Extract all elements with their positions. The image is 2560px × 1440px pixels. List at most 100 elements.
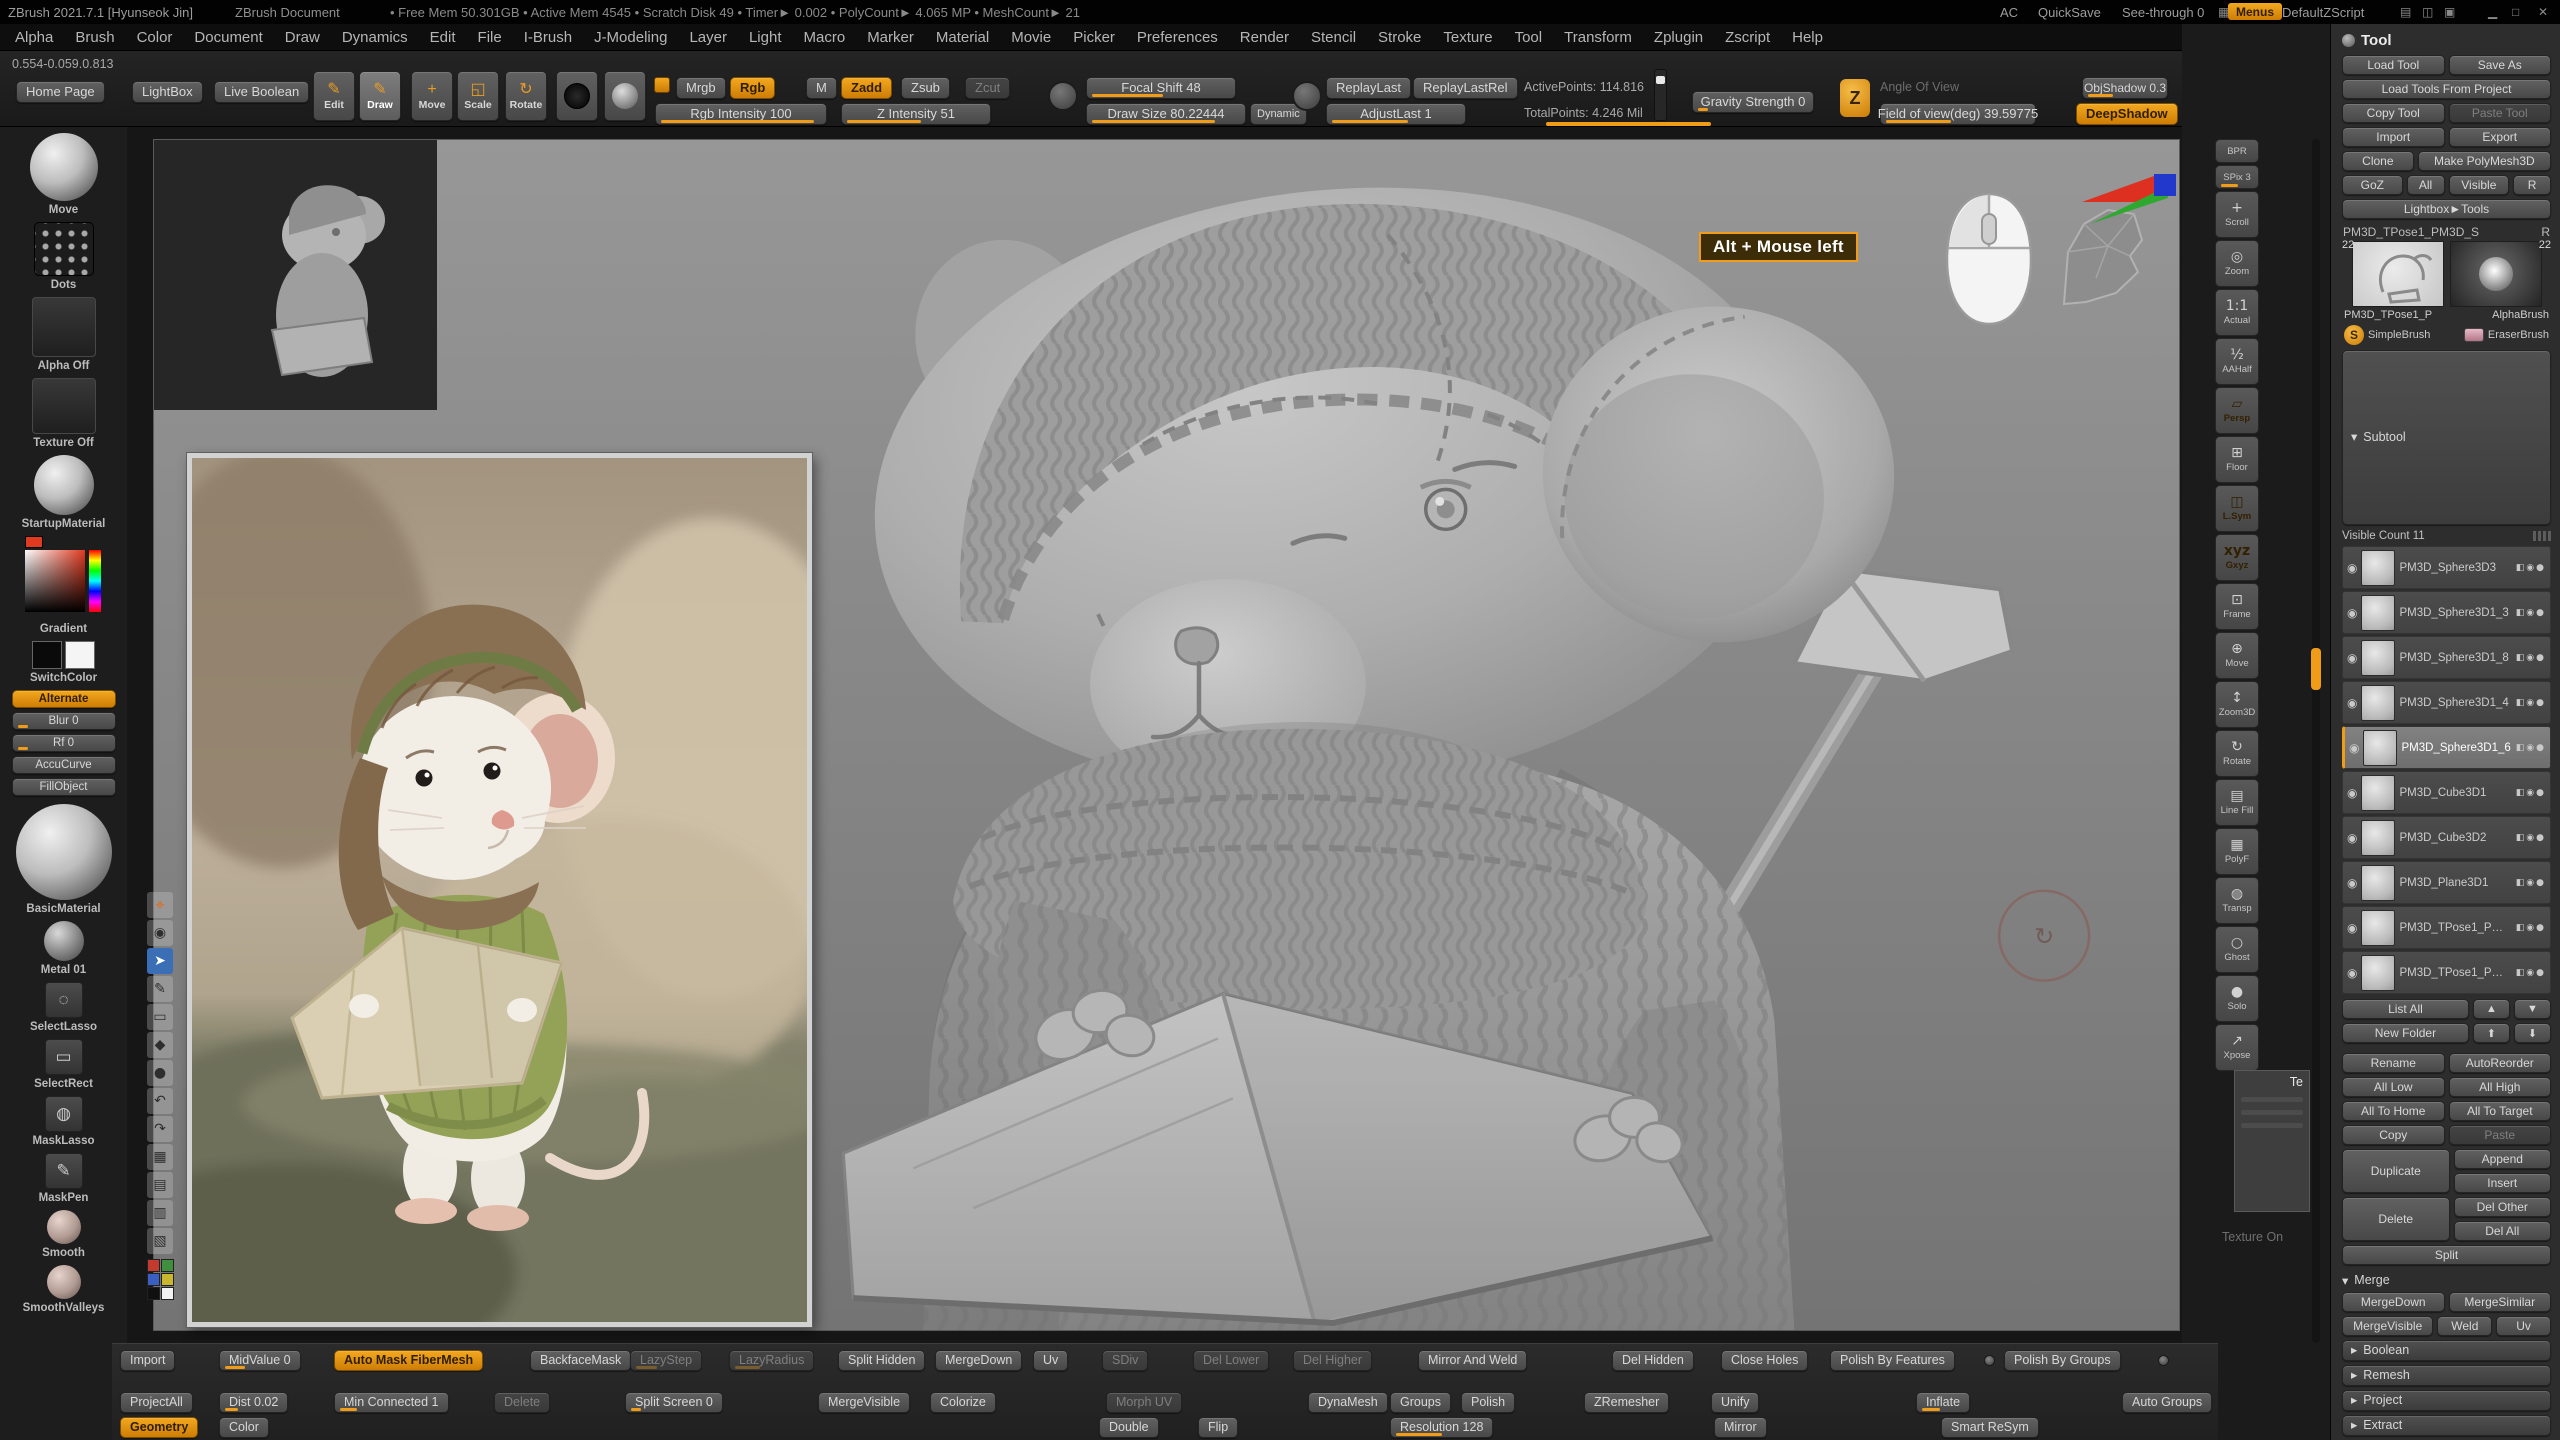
subtool-row-cube3d2[interactable]: ◉PM3D_Cube3D2◧◉●: [2342, 816, 2551, 859]
eye-icon[interactable]: ◉: [2349, 741, 2359, 755]
dock-flip-button[interactable]: Flip: [1198, 1417, 1238, 1438]
mask-pen-thumbnail[interactable]: ✎: [45, 1153, 83, 1189]
secondary-color-swatch[interactable]: [65, 641, 95, 669]
menu-movie[interactable]: Movie: [1000, 29, 1062, 46]
menu-color[interactable]: Color: [126, 29, 184, 46]
dock-polish-by-groups-slider[interactable]: Polish By Groups: [2004, 1350, 2121, 1371]
dock-mirror-button[interactable]: Mirror: [1714, 1417, 1767, 1438]
simple-brush-button[interactable]: SSimpleBrush: [2344, 325, 2430, 345]
rename-button[interactable]: Rename: [2342, 1053, 2445, 1073]
dock-midvalue-slider[interactable]: MidValue 0: [219, 1350, 301, 1371]
dock-min-connected-slider[interactable]: Min Connected 1: [334, 1392, 449, 1413]
dock-geometry-tab[interactable]: Geometry: [120, 1417, 198, 1438]
eye-icon[interactable]: ◉: [2347, 876, 2357, 890]
export-tool-button[interactable]: Export: [2449, 127, 2552, 147]
spix-slider[interactable]: SPix 3: [2215, 165, 2259, 189]
solo-button[interactable]: ●Solo: [2215, 975, 2259, 1022]
subtool-down-button[interactable]: ▼: [2514, 999, 2551, 1019]
aahalf-button[interactable]: ½AAHalf: [2215, 338, 2259, 385]
dock-mergedown-button[interactable]: MergeDown: [935, 1350, 1022, 1371]
zadd-button[interactable]: Zadd: [841, 77, 892, 99]
tray-scroll-track[interactable]: [2312, 139, 2320, 1343]
black-swatch[interactable]: [147, 1287, 160, 1300]
menu-zscript[interactable]: Zscript: [1714, 29, 1781, 46]
menu-transform[interactable]: Transform: [1553, 29, 1643, 46]
obj-shadow-slider[interactable]: ObjShadow 0.3: [2082, 77, 2168, 99]
dock-split-hidden-button[interactable]: Split Hidden: [838, 1350, 925, 1371]
menu-jmodeling[interactable]: J-Modeling: [583, 29, 678, 46]
menu-material[interactable]: Material: [925, 29, 1000, 46]
trash-icon[interactable]: ▦: [147, 1144, 173, 1170]
visibility-eye-icon[interactable]: ◉: [147, 920, 173, 946]
smooth-valleys-thumbnail[interactable]: [47, 1265, 81, 1299]
dock-mirror-and-weld-button[interactable]: Mirror And Weld: [1418, 1350, 1527, 1371]
mergedown-button[interactable]: MergeDown: [2342, 1292, 2445, 1312]
palette-icon[interactable]: ▤: [2400, 5, 2411, 19]
uv-toggle[interactable]: Uv: [2496, 1316, 2551, 1336]
layout-icon[interactable]: ◫: [2422, 5, 2433, 19]
color-picker[interactable]: [23, 536, 105, 620]
merge-section-header[interactable]: ▾Merge: [2342, 1271, 2551, 1289]
polish-features-toggle-dot[interactable]: [1984, 1355, 1995, 1366]
subtool-row-tpose-sphere3-a[interactable]: ◉PM3D_TPose1_PM3D_Sphere3◧◉●: [2342, 906, 2551, 949]
local-symmetry-toggle[interactable]: ◫L.Sym: [2215, 485, 2259, 532]
menu-macro[interactable]: Macro: [793, 29, 857, 46]
frame-button[interactable]: ⊡Frame: [2215, 583, 2259, 630]
menu-tool[interactable]: Tool: [1504, 29, 1554, 46]
dock-smart-resym-button[interactable]: Smart ReSym: [1941, 1417, 2039, 1438]
rgb-intensity-slider[interactable]: Rgb Intensity 100: [655, 103, 827, 125]
list-scroll-ticks[interactable]: [2533, 531, 2551, 541]
extract-section-header[interactable]: ▸Extract: [2342, 1415, 2551, 1436]
texture-palette-fragment[interactable]: Te: [2234, 1070, 2310, 1212]
eye-icon[interactable]: ◉: [2347, 966, 2357, 980]
paste-subtool-button[interactable]: Paste: [2449, 1125, 2552, 1145]
perspective-toggle[interactable]: ▱Persp: [2215, 387, 2259, 434]
subtool-row-icons[interactable]: ◧◉●: [2516, 788, 2546, 798]
shelf-resize-handle[interactable]: [1546, 122, 1711, 126]
subtool-row-sphere3d1-4[interactable]: ◉PM3D_Sphere3D1_4◧◉●: [2342, 681, 2551, 724]
polyframe-button[interactable]: ▦PolyF: [2215, 828, 2259, 875]
field-of-view-slider[interactable]: Field of view(deg) 39.59775: [1880, 103, 2036, 125]
subtool-row-sphere3d1-6-selected[interactable]: ◉PM3D_Sphere3D1_6◧◉●: [2342, 726, 2551, 769]
subtool-row-sphere3d3[interactable]: ◉PM3D_Sphere3D3◧◉●: [2342, 546, 2551, 589]
project-section-header[interactable]: ▸Project: [2342, 1390, 2551, 1411]
subtool-section-header[interactable]: ▾Subtool: [2342, 350, 2551, 525]
dock-delete-button[interactable]: Delete: [494, 1392, 550, 1413]
eye-icon[interactable]: ◉: [2347, 651, 2357, 665]
dock-sdiv-slider[interactable]: SDiv: [1102, 1350, 1148, 1371]
dock-dynamesh-button[interactable]: DynaMesh: [1308, 1392, 1388, 1413]
subtool-row-icons[interactable]: ◧◉●: [2516, 563, 2546, 573]
goz-r-button[interactable]: R: [2513, 175, 2551, 195]
pin-marker-icon[interactable]: ⌖: [147, 892, 173, 918]
mrgb-button[interactable]: Mrgb: [676, 77, 726, 99]
default-zscript-label[interactable]: DefaultZScript: [2282, 5, 2364, 20]
mergesimilar-button[interactable]: MergeSimilar: [2449, 1292, 2552, 1312]
line-fill-button[interactable]: ▤Line Fill: [2215, 779, 2259, 826]
texture-off-thumbnail[interactable]: [32, 378, 96, 434]
folder-down-button[interactable]: ⬇: [2514, 1023, 2551, 1043]
basic-material-thumbnail[interactable]: [16, 804, 112, 900]
rf-slider[interactable]: Rf 0: [12, 734, 116, 752]
subtool-row-icons[interactable]: ◧◉●: [2516, 608, 2546, 618]
paste-tool-button[interactable]: Paste Tool: [2449, 103, 2552, 123]
red-swatch[interactable]: [147, 1259, 160, 1272]
dock-double-toggle[interactable]: Double: [1099, 1417, 1159, 1438]
boolean-section-header[interactable]: ▸Boolean: [2342, 1340, 2551, 1361]
select-lasso-thumbnail[interactable]: ◌: [45, 982, 83, 1018]
menu-edit[interactable]: Edit: [419, 29, 467, 46]
yellow-swatch[interactable]: [161, 1273, 174, 1286]
subtool-row-cube3d1[interactable]: ◉PM3D_Cube3D1◧◉●: [2342, 771, 2551, 814]
select-rect-thumbnail[interactable]: ▭: [45, 1039, 83, 1075]
goz-visible-button[interactable]: Visible: [2449, 175, 2510, 195]
dock-color-tab[interactable]: Color: [219, 1417, 269, 1438]
eye-icon[interactable]: ◉: [2347, 561, 2357, 575]
menu-alpha[interactable]: Alpha: [4, 29, 64, 46]
autoreorder-button[interactable]: AutoReorder: [2449, 1053, 2552, 1073]
undo-icon[interactable]: ↶: [147, 1088, 173, 1114]
scroll-view-button[interactable]: +Scroll: [2215, 191, 2259, 238]
copy-subtool-button[interactable]: Copy: [2342, 1125, 2445, 1145]
metal-material-thumbnail[interactable]: [44, 921, 84, 961]
menu-marker[interactable]: Marker: [856, 29, 925, 46]
clone-button[interactable]: Clone: [2342, 151, 2414, 171]
menu-stroke[interactable]: Stroke: [1367, 29, 1432, 46]
